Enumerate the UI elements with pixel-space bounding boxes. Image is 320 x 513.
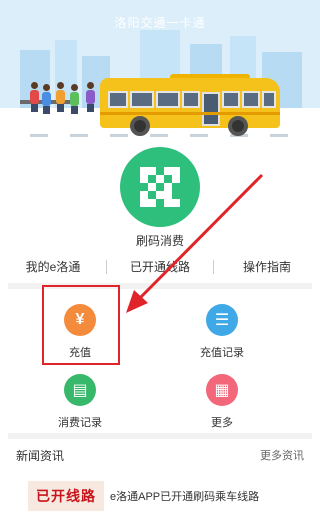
qr-code-icon [140, 167, 180, 207]
more-button[interactable]: ▦ 更多 [182, 374, 262, 430]
link-opened-routes[interactable]: 已开通线路 [107, 256, 213, 278]
qr-label: 刷码消费 [135, 234, 184, 248]
grid-icon: ▦ [206, 374, 238, 406]
consumption-history-button[interactable]: ▤ 消费记录 [40, 374, 120, 430]
bus-wheel [228, 116, 248, 136]
road-marking [70, 134, 88, 137]
person-illustration [56, 82, 65, 112]
news-title: 新闻资讯 [16, 449, 65, 463]
bus-wheel [130, 116, 150, 136]
more-label: 更多 [211, 417, 233, 429]
link-guide[interactable]: 操作指南 [214, 256, 320, 278]
news-item[interactable]: 已开线路 e洛通APP已开通刷码乘车线路 [28, 480, 308, 512]
recharge-history-label: 充值记录 [200, 347, 244, 359]
person-illustration [86, 82, 95, 112]
bus-stripe [100, 112, 280, 115]
person-illustration [70, 84, 79, 114]
bus-window [156, 91, 180, 108]
document-icon: ☰ [206, 304, 238, 336]
link-my-eluotong[interactable]: 我的e洛通 [0, 256, 106, 278]
bus-window [222, 91, 240, 108]
recharge-history-button[interactable]: ☰ 充值记录 [182, 304, 262, 360]
news-headline: e洛通APP已开通刷码乘车线路 [110, 491, 260, 503]
section-divider [8, 433, 312, 439]
more-news-link[interactable]: 更多资讯 [260, 447, 304, 465]
road-marking [270, 134, 288, 137]
receipt-icon: ▤ [64, 374, 96, 406]
quick-links: 我的e洛通 已开通线路 操作指南 [0, 256, 320, 278]
road-marking [30, 134, 48, 137]
bus-window [182, 91, 200, 108]
qr-code-button[interactable] [120, 147, 200, 227]
bus-door [202, 92, 220, 126]
arrow-head [126, 290, 148, 313]
road-marking [110, 134, 128, 137]
bus-window [108, 91, 128, 108]
road-marking [190, 134, 208, 137]
banner-title: 洛阳交通一卡通 [114, 16, 206, 30]
top-banner: 洛阳交通一卡通 [0, 0, 320, 160]
consumption-history-label: 消费记录 [58, 417, 102, 429]
person-illustration [42, 84, 51, 114]
bus-window [262, 91, 276, 108]
news-thumbnail: 已开线路 [28, 481, 104, 511]
road-marking [150, 134, 168, 137]
bus-window [242, 91, 260, 108]
highlight-box [42, 285, 120, 365]
bus-window [130, 91, 154, 108]
news-header: 新闻资讯 更多资讯 [16, 447, 304, 465]
person-illustration [30, 82, 39, 112]
